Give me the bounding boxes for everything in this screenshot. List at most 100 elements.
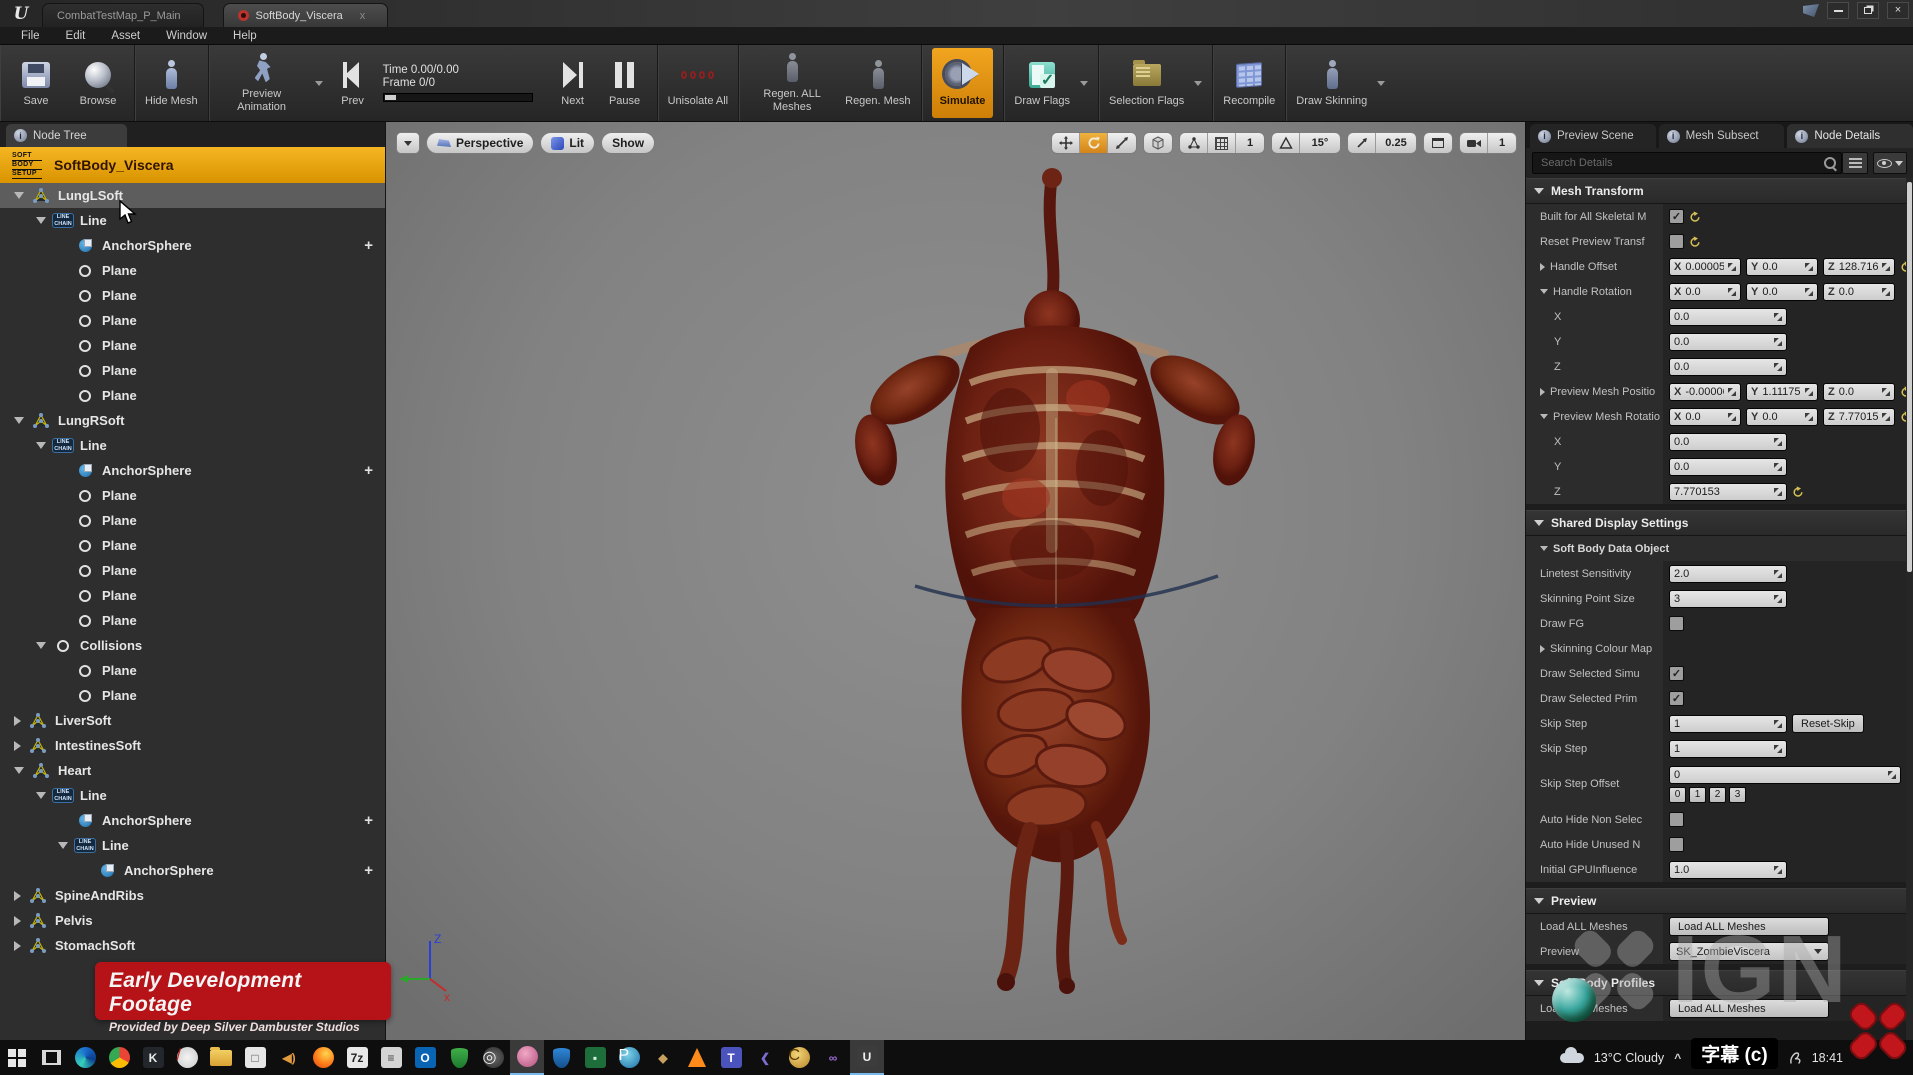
gauge-app-icon[interactable]: / [170,1040,204,1075]
spinner-icon[interactable] [1728,263,1736,271]
value-field[interactable]: 1 [1669,740,1787,758]
spinner-icon[interactable] [1774,488,1782,496]
file-explorer-icon[interactable] [204,1040,238,1075]
offset-chip-0[interactable]: 0 [1669,787,1686,803]
expand-arrow-icon[interactable] [36,217,46,224]
view-options-button[interactable] [1873,152,1907,174]
display-filter-button[interactable] [1842,152,1868,174]
tree-item-plane[interactable]: Plane [0,508,385,533]
chrome-icon[interactable] [102,1040,136,1075]
details-tab-preview-scene[interactable]: iPreview Scene [1530,124,1656,148]
preview-animation-button[interactable]: Preview Animation [219,48,305,118]
spinner-icon[interactable] [1774,363,1782,371]
close-button[interactable]: × [1887,2,1909,19]
value-field[interactable]: 0.0 [1669,458,1787,476]
obs-icon[interactable]: ◎ [476,1040,510,1075]
reset-to-default-icon[interactable] [1792,486,1804,498]
collapse-arrow-icon[interactable] [14,891,21,901]
scrollbar-thumb[interactable] [1907,182,1912,572]
add-node-button[interactable]: + [364,812,373,829]
tree-item-lunglsoft[interactable]: LungLSoft [0,183,385,208]
checkbox[interactable]: ✓ [1669,666,1684,681]
tree-root-softbody-viscera[interactable]: SOFTBODYSETUP SoftBody_Viscera [0,147,385,183]
rotate-tool-button[interactable] [1080,133,1108,153]
node-tree-tab[interactable]: i Node Tree [6,124,127,147]
tree-item-line[interactable]: LINECHAINLine [0,433,385,458]
field-y[interactable]: Y0.0 [1746,258,1818,276]
expand-arrow-icon[interactable] [14,767,24,774]
window-tab-combattestmap_p_main[interactable]: CombatTestMap_P_Main [42,3,204,27]
checkbox[interactable]: ✓ [1669,691,1684,706]
expand-right-icon[interactable] [1540,645,1545,653]
firefox-icon[interactable] [306,1040,340,1075]
weather-readout[interactable]: 13°C Cloudy [1594,1051,1664,1065]
collapse-arrow-icon[interactable] [14,741,21,751]
prev-frame-button[interactable]: Prev [333,48,373,118]
expand-arrow-icon[interactable] [36,792,46,799]
defender-icon[interactable] [442,1040,476,1075]
show-menu-button[interactable]: Show [601,132,655,154]
clock[interactable]: 18:41 [1812,1051,1843,1065]
checkbox[interactable] [1669,234,1684,249]
section-header[interactable]: Preview [1526,888,1906,914]
spinner-icon[interactable] [1882,388,1890,396]
add-node-button[interactable]: + [364,462,373,479]
selection-flags-button[interactable]: Selection Flags [1109,48,1184,118]
regen-all-meshes-button[interactable]: Regen. ALL Meshes [749,48,835,118]
field-x[interactable]: X-0.00006 [1669,383,1741,401]
spinner-icon[interactable] [1774,866,1782,874]
details-tab-node-details[interactable]: iNode Details [1787,124,1913,148]
expand-down-icon[interactable] [1540,289,1548,294]
utility-app-icon[interactable]: K [136,1040,170,1075]
tree-item-plane[interactable]: Plane [0,258,385,283]
minimize-button[interactable] [1827,2,1849,19]
spinner-icon[interactable] [1774,438,1782,446]
details-scrollbar[interactable] [1906,178,1913,1040]
viewport-options-dropdown[interactable] [396,132,420,154]
tree-item-anchorsphere[interactable]: AnchorSphere+ [0,808,385,833]
pause-button[interactable]: Pause [603,48,647,118]
field-y[interactable]: Y0.0 [1746,408,1818,426]
checkbox[interactable]: ✓ [1669,209,1684,224]
menu-window[interactable]: Window [153,30,220,42]
preview-mesh-select[interactable]: SK_ZombieViscera [1669,942,1829,961]
maximize-viewport-button[interactable] [1424,133,1452,153]
field-z[interactable]: Z7.77015 [1823,408,1895,426]
checkbox[interactable] [1669,837,1684,852]
load-all-meshes-button[interactable]: Load ALL Meshes [1669,999,1829,1018]
tree-item-line[interactable]: LINECHAINLine [0,833,385,858]
lit-mode-button[interactable]: Lit [540,132,595,154]
value-field[interactable]: 0.0 [1669,308,1787,326]
expand-arrow-icon[interactable] [58,842,68,849]
collapse-arrow-icon[interactable] [14,716,21,726]
perspective-button[interactable]: Perspective [426,132,534,154]
expand-down-icon[interactable] [1540,414,1548,419]
feedback-flag-icon[interactable] [1803,4,1819,17]
browse-button[interactable]: Browse [72,48,124,118]
field-y[interactable]: Y1.11175 [1746,383,1818,401]
draw-skinning-button[interactable]: Draw Skinning [1296,48,1367,118]
pen-input-icon[interactable] [1788,1051,1802,1065]
tree-item-line[interactable]: LINECHAINLine [0,783,385,808]
tree-item-collisions[interactable]: Collisions [0,633,385,658]
offset-chip-3[interactable]: 3 [1729,787,1746,803]
menu-asset[interactable]: Asset [98,30,153,42]
tree-item-liversoft[interactable]: LiverSoft [0,708,385,733]
screen-capture-icon[interactable]: ▪ [578,1040,612,1075]
spinner-icon[interactable] [1774,570,1782,578]
reset-skip-button[interactable]: Reset-Skip [1792,714,1864,733]
spinner-icon[interactable] [1774,463,1782,471]
load-all-meshes-button[interactable]: Load ALL Meshes [1669,917,1829,936]
draw-flags-button[interactable]: Draw Flags [1014,48,1070,118]
powertoys-icon[interactable]: P [612,1040,646,1075]
spinner-icon[interactable] [1774,745,1782,753]
spinner-icon[interactable] [1882,413,1890,421]
vscode-icon[interactable]: ❮ [748,1040,782,1075]
recompile-button[interactable]: Recompile [1223,48,1275,118]
checkbox[interactable] [1669,616,1684,631]
expand-arrow-icon[interactable] [36,642,46,649]
scale-tool-button[interactable] [1108,133,1136,153]
move-tool-button[interactable] [1052,133,1080,153]
section-header[interactable]: Shared Display Settings [1526,510,1906,536]
value-field[interactable]: 0.0 [1669,433,1787,451]
